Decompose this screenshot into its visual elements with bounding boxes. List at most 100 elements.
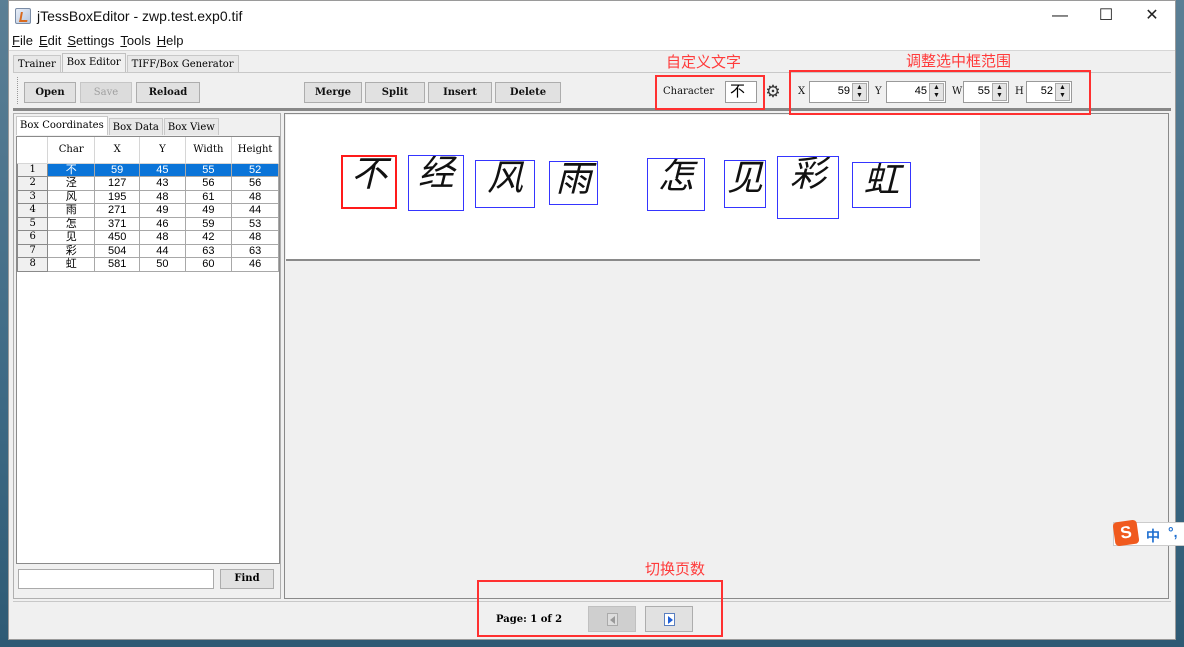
- tab-tiff-box-generator[interactable]: TIFF/Box Generator: [126, 55, 239, 73]
- cell-y[interactable]: 46: [139, 216, 186, 231]
- cell-x[interactable]: 371: [93, 216, 141, 231]
- cell-char[interactable]: 风: [47, 189, 95, 204]
- cell-height[interactable]: 48: [231, 189, 279, 204]
- annotation-box-character: [655, 75, 765, 110]
- col-header-char[interactable]: Char: [47, 137, 95, 164]
- tab-box-view[interactable]: Box View: [163, 118, 219, 135]
- cell-x[interactable]: 581: [93, 257, 141, 272]
- image-canvas[interactable]: 不 经 风 雨 怎 见 彩 虹: [286, 115, 980, 261]
- reload-button[interactable]: Reload: [136, 82, 200, 103]
- row-number[interactable]: 1: [16, 162, 49, 177]
- cell-width[interactable]: 55: [184, 162, 233, 177]
- menu-file[interactable]: File: [9, 31, 36, 51]
- glyph-box[interactable]: 雨: [549, 161, 598, 205]
- glyph-box[interactable]: 见: [724, 160, 766, 208]
- row-number[interactable]: 6: [16, 230, 49, 245]
- cell-x[interactable]: 127: [93, 176, 141, 191]
- glyph-box[interactable]: 虹: [852, 162, 911, 208]
- cell-height[interactable]: 63: [231, 243, 279, 258]
- save-button[interactable]: Save: [80, 82, 132, 103]
- find-input[interactable]: [18, 569, 214, 589]
- cell-char[interactable]: 彩: [47, 243, 95, 258]
- table-row[interactable]: 7 彩 504 44 63 63: [16, 243, 279, 258]
- glyph-box[interactable]: 经: [408, 155, 464, 211]
- row-number[interactable]: 2: [16, 176, 49, 191]
- cell-height[interactable]: 53: [231, 216, 279, 231]
- merge-button[interactable]: Merge: [304, 82, 362, 103]
- cell-char[interactable]: 雨: [47, 203, 95, 218]
- close-button[interactable]: ✕: [1129, 1, 1175, 31]
- table-row[interactable]: 8 虹 581 50 60 46: [16, 257, 279, 272]
- table-row[interactable]: 2 泾 127 43 56 56: [16, 176, 279, 191]
- cell-char[interactable]: 虹: [47, 257, 95, 272]
- row-number[interactable]: 4: [16, 203, 49, 218]
- table-row[interactable]: 3 风 195 48 61 48: [16, 189, 279, 204]
- cell-y[interactable]: 45: [139, 162, 186, 177]
- cell-y[interactable]: 48: [139, 189, 186, 204]
- cell-width[interactable]: 60: [184, 257, 233, 272]
- cell-char[interactable]: 不: [47, 162, 95, 177]
- cell-char[interactable]: 怎: [47, 216, 95, 231]
- gear-icon[interactable]: ⚙: [764, 83, 782, 101]
- tab-box-coordinates[interactable]: Box Coordinates: [16, 116, 108, 135]
- cell-height[interactable]: 44: [231, 203, 279, 218]
- cell-width[interactable]: 63: [184, 243, 233, 258]
- split-button[interactable]: Split: [365, 82, 425, 103]
- col-header-height[interactable]: Height: [231, 137, 279, 164]
- glyph-box-selected[interactable]: 不: [341, 155, 397, 209]
- cell-height[interactable]: 56: [231, 176, 279, 191]
- cell-width[interactable]: 49: [184, 203, 233, 218]
- cell-x[interactable]: 504: [93, 243, 141, 258]
- cell-width[interactable]: 61: [184, 189, 233, 204]
- minimize-button[interactable]: —: [1037, 1, 1083, 31]
- row-number[interactable]: 5: [16, 216, 49, 231]
- ime-mode[interactable]: 中: [1146, 526, 1160, 546]
- menu-edit[interactable]: Edit: [36, 31, 64, 51]
- table-row[interactable]: 5 怎 371 46 59 53: [16, 216, 279, 231]
- table-row[interactable]: 4 雨 271 49 49 44: [16, 203, 279, 218]
- row-number[interactable]: 7: [16, 243, 49, 258]
- cell-x[interactable]: 271: [93, 203, 141, 218]
- col-header-x[interactable]: X: [94, 137, 141, 164]
- maximize-button[interactable]: ☐: [1083, 1, 1129, 31]
- table-row[interactable]: 1 不 59 45 55 52: [16, 162, 279, 177]
- glyph-box[interactable]: 彩: [777, 156, 839, 219]
- cell-char[interactable]: 泾: [47, 176, 95, 191]
- cell-y[interactable]: 44: [139, 243, 186, 258]
- cell-y[interactable]: 49: [139, 203, 186, 218]
- delete-button[interactable]: Delete: [495, 82, 561, 103]
- glyph-box[interactable]: 怎: [647, 158, 705, 211]
- ime-punctuation[interactable]: °,: [1168, 524, 1178, 540]
- cell-width[interactable]: 56: [184, 176, 233, 191]
- cell-y[interactable]: 48: [139, 230, 186, 245]
- toolbar-grip[interactable]: [17, 77, 20, 104]
- cell-width[interactable]: 59: [184, 216, 233, 231]
- cell-width[interactable]: 42: [184, 230, 233, 245]
- cell-height[interactable]: 48: [231, 230, 279, 245]
- menu-tools[interactable]: Tools: [117, 31, 153, 51]
- open-button[interactable]: Open: [24, 82, 76, 103]
- cell-height[interactable]: 46: [231, 257, 279, 272]
- cell-x[interactable]: 59: [93, 162, 141, 177]
- cell-x[interactable]: 195: [93, 189, 141, 204]
- find-button[interactable]: Find: [220, 569, 274, 589]
- tab-box-data[interactable]: Box Data: [108, 118, 163, 135]
- col-header-y[interactable]: Y: [139, 137, 186, 164]
- row-number[interactable]: 8: [16, 257, 49, 272]
- menu-help[interactable]: Help: [154, 31, 187, 51]
- tab-trainer[interactable]: Trainer: [13, 55, 61, 73]
- ime-toolbar[interactable]: S 中 °,: [1112, 519, 1184, 547]
- menu-settings[interactable]: Settings: [64, 31, 117, 51]
- row-number[interactable]: 3: [16, 189, 49, 204]
- insert-button[interactable]: Insert: [428, 82, 492, 103]
- cell-y[interactable]: 43: [139, 176, 186, 191]
- cell-char[interactable]: 见: [47, 230, 95, 245]
- tab-box-editor[interactable]: Box Editor: [61, 53, 126, 73]
- glyph-box[interactable]: 风: [475, 160, 535, 208]
- image-viewer[interactable]: 不 经 风 雨 怎 见 彩 虹: [284, 113, 1169, 599]
- cell-height[interactable]: 52: [231, 162, 279, 177]
- cell-y[interactable]: 50: [139, 257, 186, 272]
- col-header-width[interactable]: Width: [185, 137, 233, 164]
- cell-x[interactable]: 450: [93, 230, 141, 245]
- table-row[interactable]: 6 见 450 48 42 48: [16, 230, 279, 245]
